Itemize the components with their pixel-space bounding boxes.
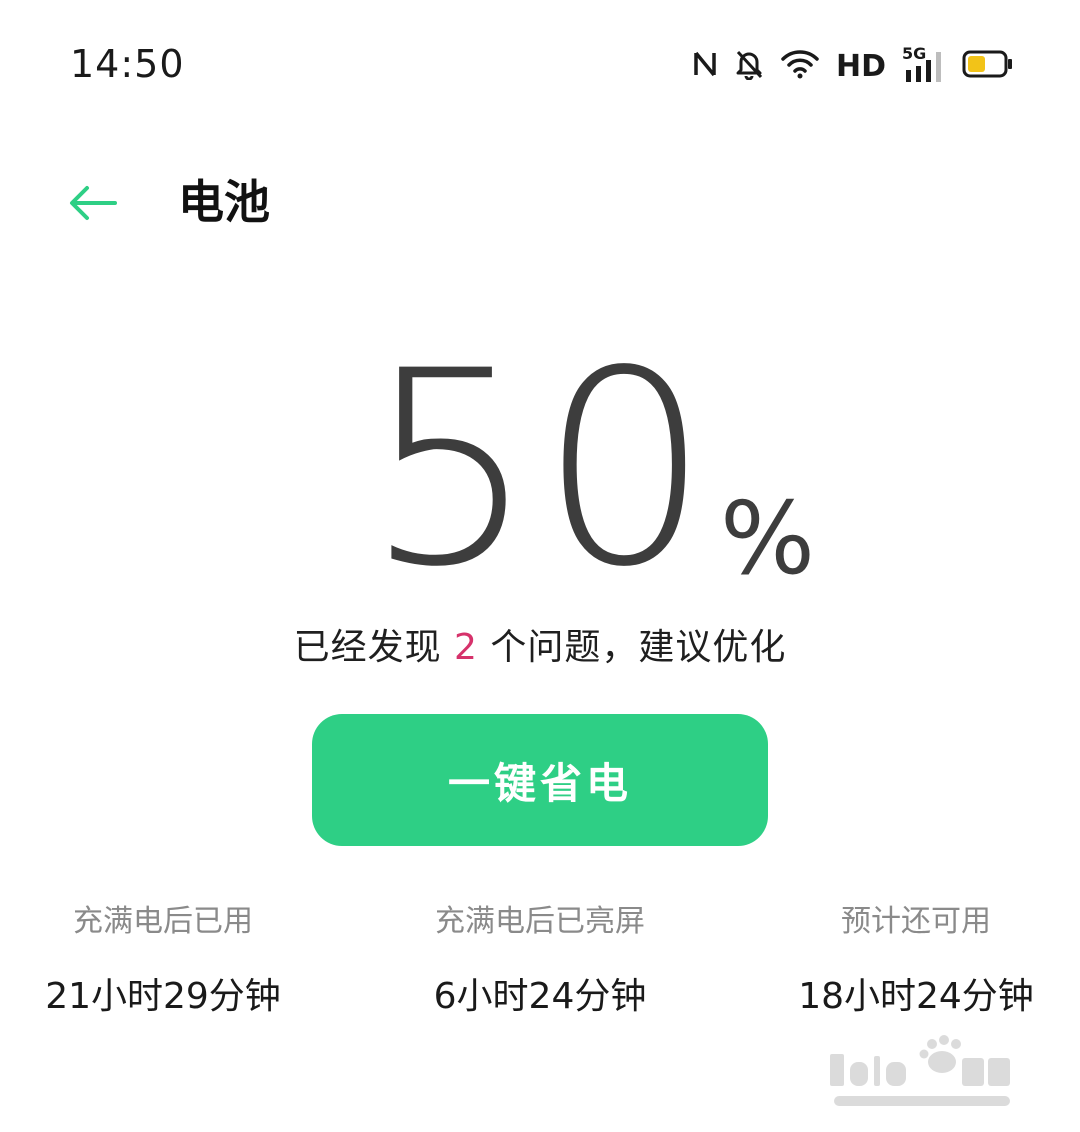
stat-screen-on-since-full-charge: 充满电后已亮屏 6小时24分钟 [360, 900, 720, 1022]
nfc-icon [692, 49, 718, 83]
bell-muted-icon [734, 48, 764, 84]
battery-percent-value: 50 [364, 314, 714, 626]
back-button[interactable] [62, 172, 124, 234]
baidu-jingyan-logo [820, 1030, 1020, 1120]
stat-used-since-full-charge: 充满电后已用 21小时29分钟 [0, 900, 343, 1022]
stat-label: 预计还可用 [841, 904, 991, 939]
issues-prefix: 已经发现 [293, 627, 455, 668]
issues-suffix: 个问题，建议优化 [477, 627, 787, 668]
stat-label: 充满电后已用 [73, 904, 253, 939]
issues-message: 已经发现 2 个问题，建议优化 [0, 618, 1080, 670]
stat-value: 6小时24分钟 [433, 976, 647, 1017]
hd-label: HD [835, 48, 886, 84]
signal-icon: 5G [902, 44, 946, 84]
issues-count: 2 [454, 627, 478, 668]
battery-percent-sign: % [720, 480, 816, 597]
battery-percentage: 50 % [0, 314, 1080, 626]
battery-icon [962, 49, 1014, 83]
page-title: 电池 [178, 175, 270, 229]
battery-settings-screen: 14:50 HD 5G 电池 50 % 已经发现 2 个问题，建议优化 一键省电… [0, 0, 1080, 1132]
wifi-icon [780, 48, 820, 84]
arrow-left-icon [70, 186, 117, 220]
status-icons: HD 5G [692, 44, 1014, 88]
one-key-save-button[interactable]: 一键省电 [312, 714, 768, 846]
stat-value: 18小时24分钟 [798, 976, 1034, 1017]
stat-value: 21小时29分钟 [45, 976, 281, 1017]
stat-estimated-remaining: 预计还可用 18小时24分钟 [736, 900, 1080, 1022]
status-time: 14:50 [70, 42, 185, 86]
stat-label: 充满电后已亮屏 [435, 904, 645, 939]
